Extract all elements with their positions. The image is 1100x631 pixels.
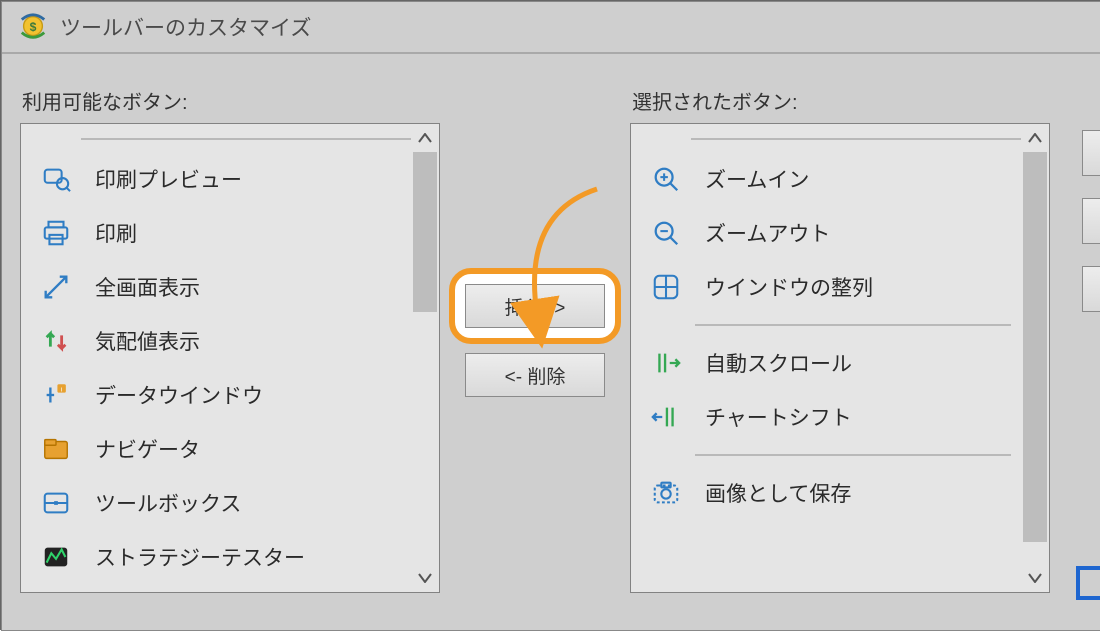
- insert-button-highlight: 挿入 ->: [449, 268, 621, 344]
- remove-button[interactable]: <- 削除: [465, 353, 605, 397]
- list-item[interactable]: ウインドウの整列: [631, 260, 1021, 314]
- list-item[interactable]: ズームイン: [631, 152, 1021, 206]
- window-title: ツールバーのカスタマイズ: [60, 12, 311, 42]
- separator: [695, 324, 1011, 326]
- list-item-label: データウインドウ: [95, 380, 263, 410]
- selected-buttons-panel: 選択されたボタン: ズームインズームアウトウインドウの整列自動スクロールチャート…: [630, 86, 1050, 593]
- scrollbar[interactable]: [1021, 124, 1049, 592]
- list-item-label: ズームイン: [705, 164, 809, 194]
- list-item[interactable]: 自動スクロール: [631, 336, 1021, 390]
- list-item-label: 印刷プレビュー: [95, 164, 242, 194]
- list-item[interactable]: 画像として保存: [631, 466, 1021, 520]
- data-window-icon: i: [39, 378, 73, 412]
- list-item[interactable]: チャートシフト: [631, 390, 1021, 444]
- list-item-label: 全画面表示: [95, 272, 200, 302]
- strategy-tester-icon: [39, 540, 73, 574]
- insert-button[interactable]: 挿入 ->: [465, 284, 605, 328]
- auto-scroll-icon: [649, 346, 683, 380]
- list-item-label: チャートシフト: [705, 402, 852, 432]
- scroll-down-icon[interactable]: [411, 564, 439, 592]
- list-item[interactable]: 気配値表示: [21, 314, 411, 368]
- content-area: 利用可能なボタン: 印刷プレビュー印刷全画面表示気配値表示 i データウインドウナビ…: [2, 54, 1100, 593]
- toolbox-icon: [39, 486, 73, 520]
- svg-text:$: $: [30, 20, 37, 34]
- available-buttons-label: 利用可能なボタン:: [22, 86, 440, 115]
- list-item-label: 気配値表示: [95, 326, 200, 356]
- available-buttons-list[interactable]: 印刷プレビュー印刷全画面表示気配値表示 i データウインドウナビゲータツールボックス…: [20, 123, 440, 593]
- transfer-buttons: 挿入 -> <- 削除: [440, 268, 630, 397]
- scroll-thumb[interactable]: [1023, 152, 1047, 542]
- list-item-label: ズームアウト: [705, 218, 830, 248]
- list-item[interactable]: ストラテジーテスター: [21, 530, 411, 584]
- list-item[interactable]: ズームアウト: [631, 206, 1021, 260]
- side-button[interactable]: [1082, 266, 1100, 312]
- fullscreen-icon: [39, 270, 73, 304]
- list-item-label: ストラテジーテスター: [95, 542, 305, 572]
- list-item-label: ウインドウの整列: [705, 272, 873, 302]
- list-item-label: 印刷: [95, 218, 137, 248]
- side-button-stubs: [1082, 130, 1100, 312]
- scrollbar[interactable]: [411, 124, 439, 592]
- app-icon: $: [18, 12, 48, 42]
- customize-toolbar-dialog: $ ツールバーのカスタマイズ 利用可能なボタン: 印刷プレビュー印刷全画面表示気…: [1, 1, 1100, 631]
- list-item-label: ツールボックス: [95, 488, 241, 518]
- print-icon: [39, 216, 73, 250]
- list-item[interactable]: ツールボックス: [21, 476, 411, 530]
- scroll-up-icon[interactable]: [1021, 124, 1049, 152]
- side-button[interactable]: [1082, 198, 1100, 244]
- market-watch-icon: [39, 324, 73, 358]
- accent-rect: [1076, 566, 1100, 600]
- tile-windows-icon: [649, 270, 683, 304]
- available-buttons-panel: 利用可能なボタン: 印刷プレビュー印刷全画面表示気配値表示 i データウインドウナビ…: [20, 86, 440, 593]
- list-item-label: 画像として保存: [705, 478, 851, 508]
- save-image-icon: [649, 476, 683, 510]
- scroll-down-icon[interactable]: [1021, 564, 1049, 592]
- scroll-thumb[interactable]: [413, 152, 437, 312]
- list-item-label: 自動スクロール: [705, 348, 852, 378]
- titlebar: $ ツールバーのカスタマイズ: [2, 2, 1100, 54]
- list-item-label: ナビゲータ: [95, 434, 200, 464]
- zoom-in-icon: [649, 162, 683, 196]
- list-item[interactable]: ナビゲータ: [21, 422, 411, 476]
- list-item[interactable]: i データウインドウ: [21, 368, 411, 422]
- chart-shift-icon: [649, 400, 683, 434]
- selected-buttons-label: 選択されたボタン:: [632, 86, 1050, 115]
- navigator-icon: [39, 432, 73, 466]
- zoom-out-icon: [649, 216, 683, 250]
- list-item[interactable]: 印刷: [21, 206, 411, 260]
- side-button[interactable]: [1082, 130, 1100, 176]
- list-item[interactable]: 全画面表示: [21, 260, 411, 314]
- separator: [695, 454, 1011, 456]
- list-item[interactable]: 印刷プレビュー: [21, 152, 411, 206]
- preview-icon: [39, 162, 73, 196]
- scroll-up-icon[interactable]: [411, 124, 439, 152]
- selected-buttons-list[interactable]: ズームインズームアウトウインドウの整列自動スクロールチャートシフト画像として保存: [630, 123, 1050, 593]
